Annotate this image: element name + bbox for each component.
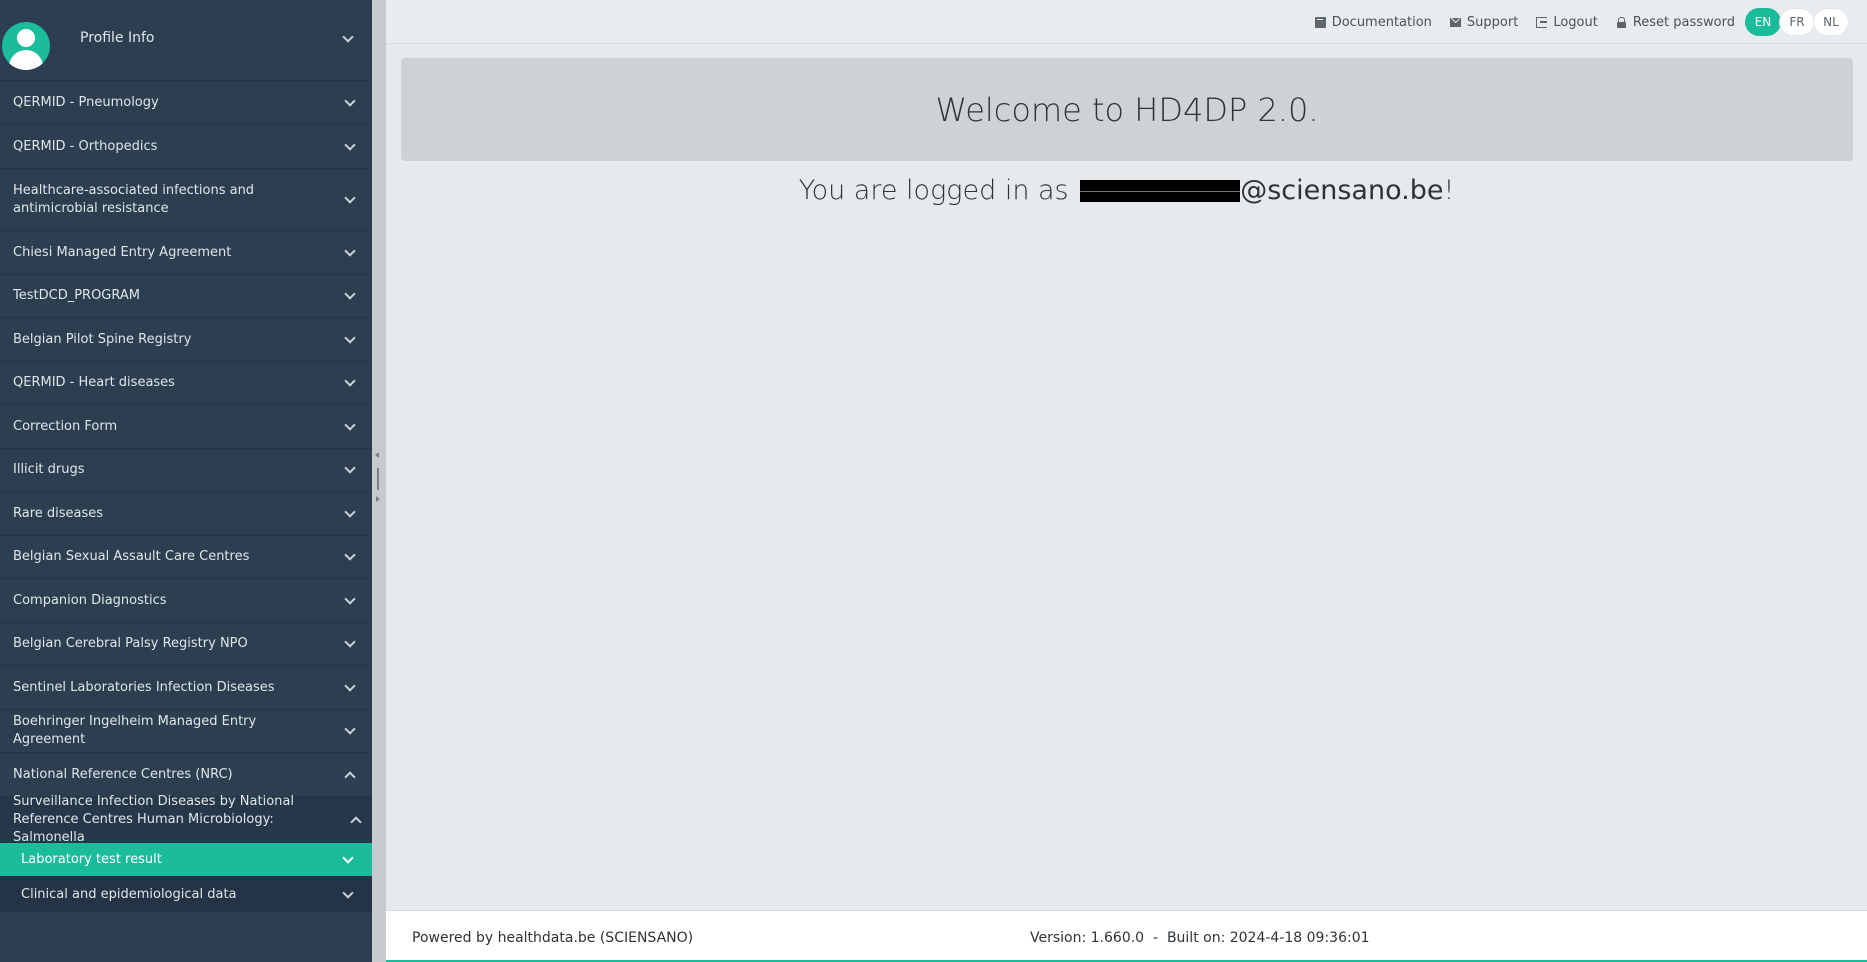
logged-in-message: You are logged in as @sciensano.be! <box>386 175 1867 206</box>
sidebar-item-sentinel-labs[interactable]: Sentinel Laboratories Infection Diseases <box>0 665 372 709</box>
sidebar-item-label: Sentinel Laboratories Infection Diseases <box>13 679 275 695</box>
logged-in-prefix: You are logged in as <box>798 175 1078 206</box>
sidebar-item-cerebral-palsy[interactable]: Belgian Cerebral Palsy Registry NPO <box>0 622 372 665</box>
language-en-button[interactable]: EN <box>1745 8 1781 36</box>
avatar <box>2 22 50 70</box>
chevron-down-icon <box>344 331 356 344</box>
sidebar-item-laboratory-test-result[interactable]: Laboratory test result <box>0 842 372 876</box>
sidebar-item-correction-form[interactable]: Correction Form <box>0 404 372 448</box>
profile-info[interactable]: Profile Info <box>0 0 372 80</box>
sidebar-item-label: QERMID - Orthopedics <box>13 138 158 154</box>
sidebar-item-label: Correction Form <box>13 418 118 434</box>
chevron-down-icon <box>342 886 354 899</box>
sidebar-item-spine-registry[interactable]: Belgian Pilot Spine Registry <box>0 317 372 361</box>
support-label: Support <box>1466 14 1519 30</box>
sidebar-item-label: Companion Diagnostics <box>13 592 167 608</box>
sidebar-item-qermid-heart[interactable]: QERMID - Heart diseases <box>0 361 372 404</box>
sidebar-item-label: Belgian Pilot Spine Registry <box>13 331 192 347</box>
logout-icon <box>1536 16 1548 28</box>
chevron-up-icon <box>344 770 356 783</box>
language-switcher: EN FR NL <box>1745 8 1849 36</box>
sidebar-item-label: National Reference Centres (NRC) <box>13 766 233 782</box>
chevron-down-icon <box>344 723 356 735</box>
profile-label: Profile Info <box>80 30 155 46</box>
sidebar-item-label: Boehringer Ingelheim Managed Entry Agree… <box>13 714 257 747</box>
language-nl-button[interactable]: NL <box>1813 8 1849 36</box>
chevron-up-icon <box>350 815 362 828</box>
chevron-down-icon <box>344 418 356 431</box>
sidebar-item-label: Laboratory test result <box>21 851 162 867</box>
support-link[interactable]: Support <box>1449 14 1519 30</box>
sidebar-item-companion-diagnostics[interactable]: Companion Diagnostics <box>0 578 372 622</box>
redacted-username <box>1080 180 1241 202</box>
sidebar-item-rare-diseases[interactable]: Rare diseases <box>0 491 372 535</box>
logout-label: Logout <box>1553 14 1598 30</box>
sidebar-item-qermid-pneumology[interactable]: QERMID - Pneumology <box>0 80 372 124</box>
language-fr-button[interactable]: FR <box>1779 8 1815 36</box>
documentation-label: Documentation <box>1331 14 1432 30</box>
top-bar: Documentation Support Logout Reset passw… <box>386 0 1867 44</box>
chevron-down-icon <box>344 679 356 692</box>
book-icon <box>1314 16 1326 28</box>
lock-icon <box>1616 16 1627 28</box>
sidebar-item-clinical-epidemiological[interactable]: Clinical and epidemiological data <box>0 876 372 912</box>
documentation-link[interactable]: Documentation <box>1314 14 1432 30</box>
chevron-down-icon <box>344 288 356 300</box>
sidebar-item-label: Belgian Sexual Assault Care Centres <box>13 549 250 564</box>
sidebar-item-label: Chiesi Managed Entry Agreement <box>13 244 232 260</box>
sidebar-item-label: Illicit drugs <box>13 462 85 477</box>
sidebar-item-label: Clinical and epidemiological data <box>21 886 237 902</box>
collapse-left-icon[interactable] <box>375 452 379 458</box>
reset-password-label: Reset password <box>1632 14 1735 30</box>
sidebar-item-boehringer[interactable]: Boehringer Ingelheim Managed Entry Agree… <box>0 709 372 752</box>
sidebar-item-label: TestDCD_PROGRAM <box>13 288 140 303</box>
chevron-down-icon <box>344 138 356 151</box>
chevron-down-icon <box>344 549 356 561</box>
sidebar-item-label: QERMID - Pneumology <box>13 94 159 110</box>
sidebar-item-testdcd[interactable]: TestDCD_PROGRAM <box>0 274 372 317</box>
sidebar-item-healthcare-infections[interactable]: Healthcare-associated infections and ant… <box>0 168 372 230</box>
sidebar-item-sexual-assault[interactable]: Belgian Sexual Assault Care Centres <box>0 535 372 578</box>
logout-link[interactable]: Logout <box>1536 15 1598 30</box>
chevron-down-icon <box>344 462 356 474</box>
chevron-down-icon <box>344 505 356 518</box>
sidebar-item-illicit-drugs[interactable]: Illicit drugs <box>0 448 372 491</box>
sidebar-item-chiesi[interactable]: Chiesi Managed Entry Agreement <box>0 230 372 274</box>
sidebar-item-label: Belgian Cerebral Palsy Registry NPO <box>13 636 248 651</box>
reset-password-link[interactable]: Reset password <box>1616 15 1735 30</box>
powered-by-text: Powered by healthdata.be (SCIENSANO) <box>412 930 694 946</box>
sidebar-splitter[interactable] <box>372 0 386 962</box>
sidebar-item-nrc[interactable]: National Reference Centres (NRC) <box>0 752 372 796</box>
expand-right-icon[interactable] <box>376 496 380 502</box>
sidebar: Profile Info QERMID - Pneumology QERMID … <box>0 0 372 962</box>
sidebar-item-label: Surveillance Infection Diseases by Natio… <box>13 793 294 845</box>
footer: Powered by healthdata.be (SCIENSANO) Ver… <box>386 910 1867 962</box>
chevron-down-icon <box>344 191 356 204</box>
envelope-icon <box>1449 17 1461 27</box>
logged-in-suffix: ! <box>1443 175 1455 206</box>
version-text: Version: 1.660.0 - Built on: 2024-4-18 0… <box>1030 930 1370 946</box>
chevron-down-icon <box>344 244 356 257</box>
chevron-down-icon <box>342 31 354 43</box>
sidebar-item-label: QERMID - Heart diseases <box>13 375 175 390</box>
top-nav: Documentation Support Logout Reset passw… <box>1297 8 1849 36</box>
sidebar-item-label: Rare diseases <box>13 505 104 521</box>
chevron-down-icon <box>344 375 356 387</box>
chevron-down-icon <box>344 636 356 648</box>
email-domain: @sciensano.be <box>1240 175 1444 206</box>
welcome-title: Welcome to HD4DP 2.0. <box>935 90 1319 129</box>
chevron-down-icon <box>342 851 354 864</box>
welcome-banner: Welcome to HD4DP 2.0. <box>401 58 1853 161</box>
sidebar-item-label: Healthcare-associated infections and ant… <box>13 182 255 216</box>
chevron-down-icon <box>344 592 356 605</box>
sidebar-item-qermid-orthopedics[interactable]: QERMID - Orthopedics <box>0 124 372 168</box>
splitter-grip[interactable] <box>377 468 379 490</box>
sidebar-item-salmonella[interactable]: Surveillance Infection Diseases by Natio… <box>0 794 372 845</box>
chevron-down-icon <box>344 94 356 107</box>
